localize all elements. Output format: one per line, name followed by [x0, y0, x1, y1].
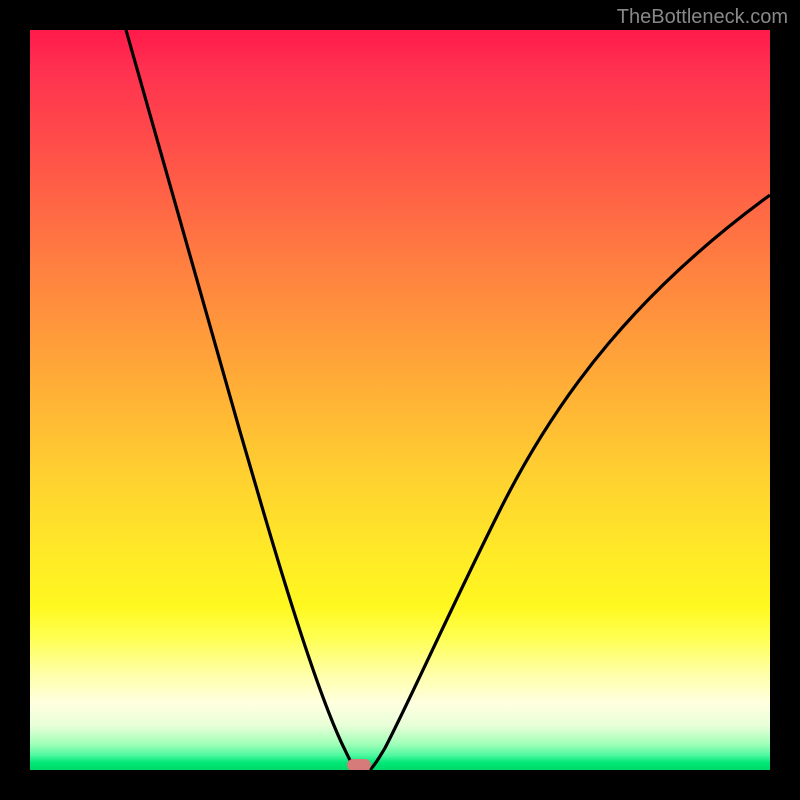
- plot-area: [30, 30, 770, 770]
- right-curve: [370, 195, 770, 770]
- watermark-text: TheBottleneck.com: [617, 6, 788, 29]
- bottleneck-marker: [347, 759, 371, 770]
- curve-svg: [30, 30, 770, 770]
- left-curve: [126, 30, 356, 770]
